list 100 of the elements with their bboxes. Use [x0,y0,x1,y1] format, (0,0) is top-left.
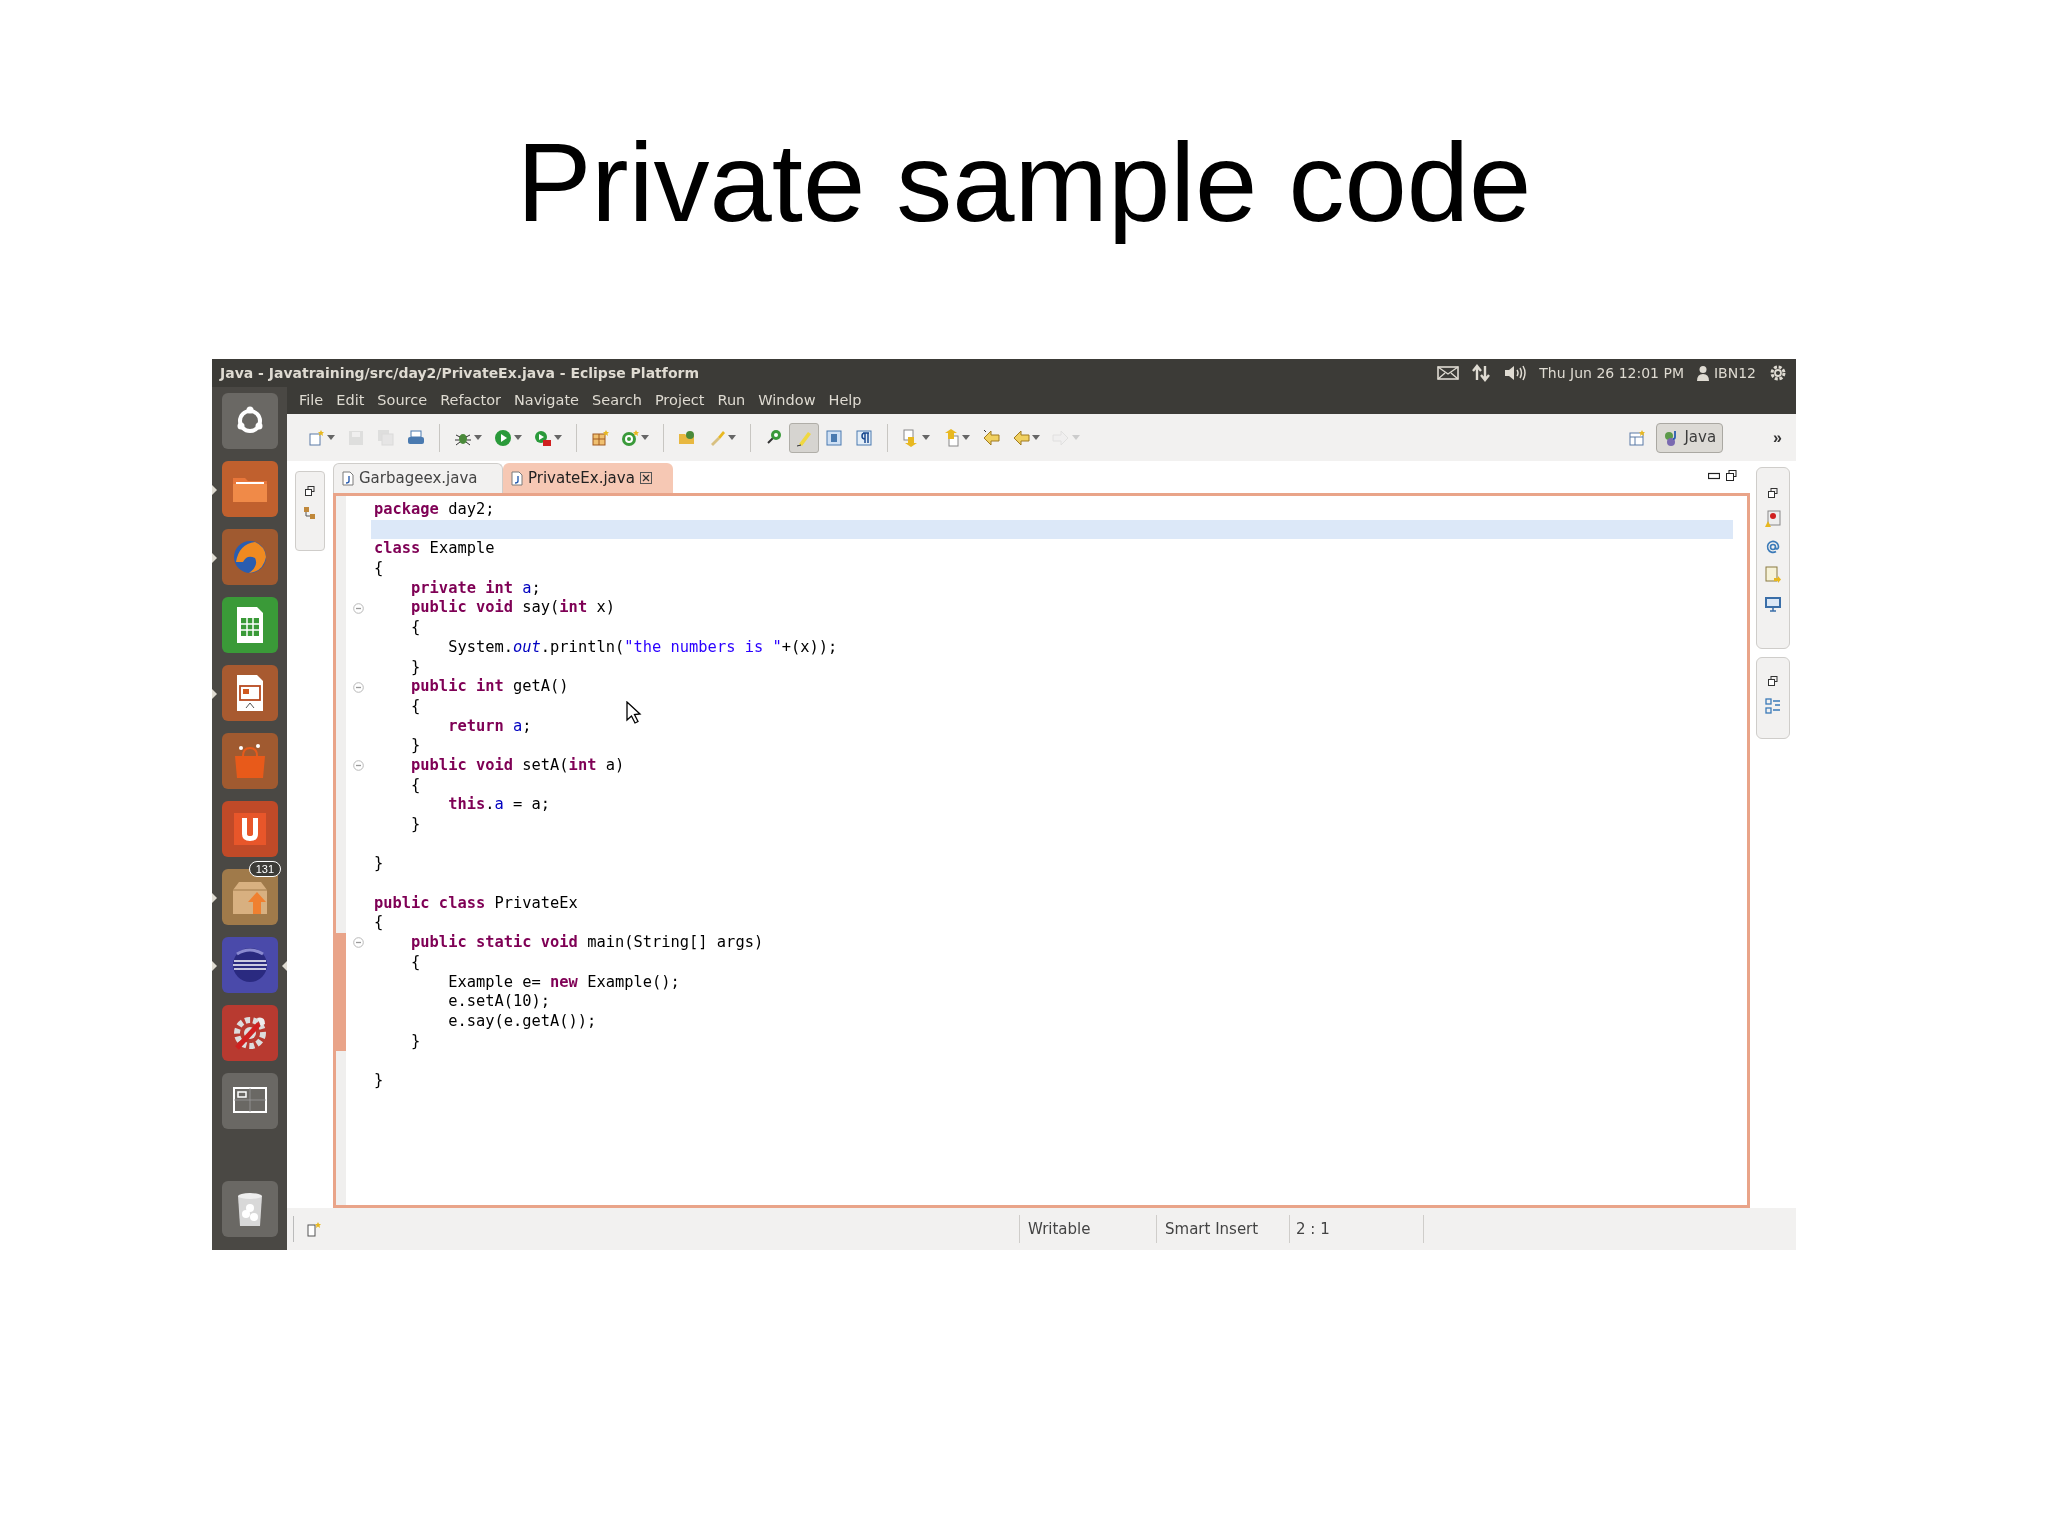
presentation-icon[interactable] [221,665,278,721]
caret-icon [1072,434,1080,441]
spreadsheet-icon[interactable] [221,597,278,653]
network-arrows-icon[interactable] [1471,364,1492,382]
new-class-icon [621,428,639,447]
status-text: Smart Insert [1165,1218,1259,1240]
code-line: { [374,913,384,932]
workspace-icon[interactable] [221,1073,278,1129]
clock[interactable]: Thu Jun 26 12:01 PM [1539,362,1684,384]
notification-badge: 131 [248,861,281,877]
open-perspective-icon[interactable] [1628,428,1647,447]
caret-icon [922,434,930,441]
volume-icon[interactable] [1503,364,1528,382]
code-line: { [374,559,384,578]
code-line: public void setA(int a) [410,755,625,774]
maximize-icon[interactable] [1726,470,1737,481]
new-icon [307,428,325,447]
more-chevron[interactable]: » [1773,425,1782,450]
outline-icon[interactable] [1765,698,1781,714]
code-line: } [410,736,421,755]
code-line: { [410,696,421,715]
shopping-bag-icon[interactable] [221,733,278,789]
editor-tab[interactable]: Garbageex.java [333,463,503,493]
menu-item[interactable]: Search [586,389,648,412]
menu-item[interactable]: Window [752,389,822,412]
code-line: e.setA(10); [447,992,551,1011]
caret-icon [1032,434,1040,441]
back-icon [1012,428,1030,447]
menu-item[interactable]: Run [711,389,752,412]
code-line: { [410,952,421,971]
window-title: Java - Javatraining/src/day2/PrivateEx.java - Eclipse Platform [220,363,700,383]
caret-icon [474,434,482,441]
code-line: private int a; [410,578,541,597]
code-line: System.out.println("the numbers is "+(x)); [447,637,838,656]
settings-icon[interactable] [1768,363,1788,383]
pilcrow-icon [855,428,873,447]
menu-item[interactable]: Navigate [508,389,586,412]
code-line: return a; [447,716,532,735]
restore-icon[interactable] [1768,488,1778,498]
fold-icon[interactable] [353,681,364,693]
menu-item[interactable]: File [293,389,330,412]
java-perspective-button[interactable]: Java [1656,422,1724,453]
code-line: package day2; [374,500,495,518]
menu-item[interactable]: Source [371,389,434,412]
code-line: } [374,1070,384,1089]
code-line: } [410,657,421,676]
u-shape-icon[interactable] [221,801,278,857]
caret-icon [962,434,970,441]
close-icon[interactable] [639,472,652,484]
code-line: public class PrivateEx [374,893,578,912]
folder-icon[interactable] [221,461,278,517]
code-line: e.say(e.getA()); [447,1011,597,1030]
block-select-icon [825,428,843,447]
print-icon [407,428,425,447]
menu-item[interactable]: Edit [330,389,371,412]
code-line: public int getA() [410,677,569,696]
gear-wrench-icon[interactable] [221,1005,278,1061]
code-line: public void say(int x) [410,598,615,617]
code-line: this.a = a; [447,795,551,814]
caret-icon [554,434,562,441]
user-icon [1695,365,1710,381]
menu-item[interactable]: Project [648,389,711,412]
code-line: } [410,815,421,833]
fold-icon[interactable] [353,937,364,949]
run-icon [494,428,512,447]
new-item-icon[interactable] [306,1221,322,1237]
status-text: Writable [1028,1218,1091,1240]
problems-icon[interactable] [1764,510,1782,528]
package-tree-icon[interactable] [303,506,317,520]
at-sign-icon[interactable] [1766,540,1780,554]
code-line: } [410,1031,421,1050]
cursor-position: 2 : 1 [1296,1218,1330,1240]
caret-icon [514,434,522,441]
caret-icon [641,434,649,441]
user-name[interactable]: IBN12 [1713,362,1756,384]
code-line: } [374,854,384,873]
java-file-icon [511,470,523,486]
console-icon[interactable] [1764,596,1782,612]
caret-icon [728,434,736,441]
caret-icon [327,434,335,441]
code-line: class Example [374,539,495,558]
code-line: { [410,618,421,637]
restore-icon[interactable] [1768,676,1778,686]
globe-icon[interactable] [221,529,278,585]
minimize-icon[interactable] [1708,471,1720,480]
code-line: { [410,775,421,794]
trash-icon[interactable] [221,1181,278,1237]
editor-tab[interactable]: PrivateEx.java [503,463,673,493]
slide-title: Private sample code [516,119,1532,247]
java-file-icon [342,471,354,486]
open-folder-icon [678,428,696,447]
new-project-icon [591,428,609,447]
fold-icon[interactable] [353,602,364,614]
fold-icon[interactable] [353,760,364,772]
restore-icon[interactable] [305,486,315,496]
menu-item[interactable]: Help [822,389,868,412]
code-line: public static void main(String[] args) [410,933,764,952]
external-tools-icon [534,428,552,447]
menu-item[interactable]: Refactor [434,389,507,412]
mail-icon[interactable] [1437,365,1460,381]
